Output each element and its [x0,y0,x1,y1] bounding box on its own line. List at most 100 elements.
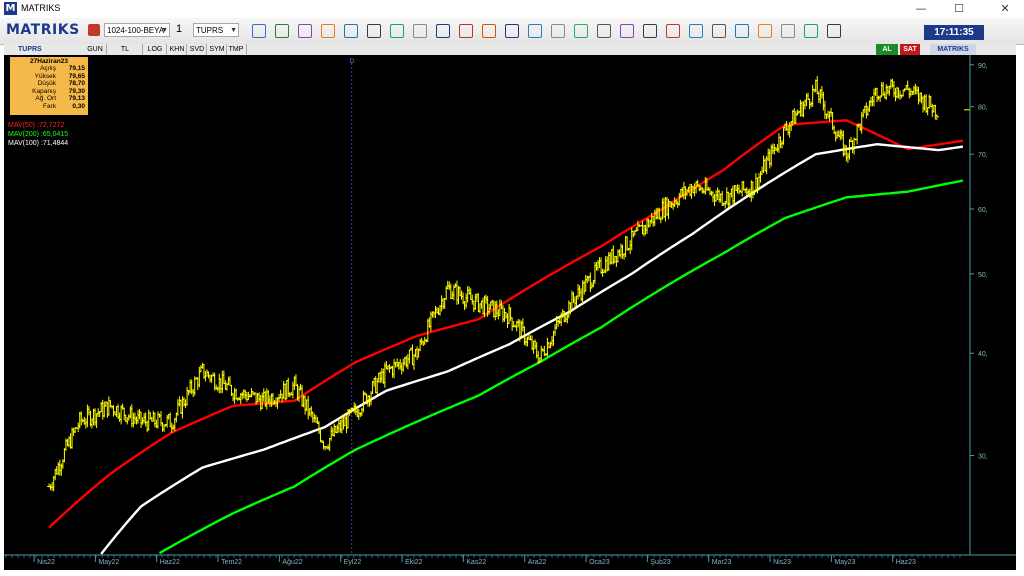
bell-icon[interactable] [758,24,772,38]
tab-tl[interactable]: TL [108,44,143,55]
tab-log[interactable]: LOG [144,44,167,55]
pie-icon[interactable] [321,24,335,38]
title-bar: M MATRIKS — ☐ ✕ [0,0,1024,19]
info-value: 78,70 [68,80,85,88]
system-icon[interactable] [804,24,818,38]
chart-brand: MATRIKS [930,44,976,55]
info-value: 0,30 [72,102,85,110]
legend-mav100: MAV(100) :71,4844 [8,140,69,147]
maximize-button[interactable]: ☐ [944,0,974,18]
x-tick-label: Ağu22 [282,559,302,566]
table-icon[interactable] [390,24,404,38]
y-tick-label: 90, [978,63,988,70]
calc-icon[interactable] [689,24,703,38]
y-tick-label: 70, [978,152,988,159]
info-row: Ağ. Ort 79,13 [10,95,88,103]
info-date: 27Haziran23 [30,58,68,65]
price-bar [588,272,593,292]
window-number[interactable]: 1 [174,23,188,37]
x-tick-label: May23 [834,559,855,566]
legend-mav50: MAV(50) :72,7272 [8,122,65,129]
info-label: Fark [43,102,56,110]
y-tick-label: 40, [978,351,988,358]
legend-mav200: MAV(200) :65,0415 [8,131,69,138]
price-bar [810,84,815,107]
info-row: Açılış 79,15 [10,65,88,73]
info-label: Yüksek [34,72,56,80]
filter-icon[interactable] [643,24,657,38]
price-chart: 30, 40, 50, 60, 70, 80, 90, Nis22 May22 Haz22 Tem2… [4,55,1016,566]
portfolio-icon[interactable] [459,24,473,38]
info-label: Düşük [37,80,56,88]
x-tick-label: Mar23 [712,559,732,566]
chevron-down-icon: ▼ [230,27,237,34]
u-icon[interactable] [505,24,519,38]
tab-khn[interactable]: KHN [168,44,187,55]
minimize-button[interactable]: — [906,0,936,18]
news-icon[interactable] [528,24,542,38]
symbol-select[interactable]: TUPRS ▼ [193,23,239,37]
x-tick-label: Haz23 [896,559,916,566]
save-icon[interactable] [88,24,100,36]
symbol-select-value: TUPRS [196,26,224,35]
y-tick-label: 50, [978,272,988,279]
search-icon[interactable] [252,24,266,38]
tab-gun[interactable]: GUN [84,44,107,55]
tools-icon[interactable] [781,24,795,38]
bold-icon[interactable] [436,24,450,38]
info-label: Açılış [40,65,56,72]
ma-line-mav50 [48,119,964,529]
x-tick-label: Oca23 [589,559,610,566]
close-button[interactable]: ✕ [990,0,1020,18]
sell-button[interactable]: SAT [900,44,920,55]
info-label: Ağ. Ort [35,95,56,103]
x-tick-label: Eki22 [405,559,423,566]
chart-plot[interactable]: 30, 40, 50, 60, 70, 80, 90, Nis22 May22 Haz22 Tem2… [4,55,1016,570]
x-tick-label: Tem22 [221,559,242,566]
layout-select[interactable]: 1024-100-BEYA ▼ [104,23,170,37]
app-logo-icon: M [4,2,17,15]
main-toolbar: MATRIKS 1024-100-BEYA ▼ 1 TUPRS ▼ 17:11:… [0,18,1024,45]
expert-icon[interactable] [666,24,680,38]
window-icon[interactable] [551,24,565,38]
tab-svd[interactable]: SVD [188,44,207,55]
chart-bar-icon[interactable] [275,24,289,38]
info-row: Fark 0,30 [10,103,88,111]
marker-label: D [350,59,355,65]
y-tick-label: 30, [978,454,988,461]
info-row: Düşük 78,70 [10,80,88,88]
info-value: 79,15 [68,65,85,72]
help-icon[interactable] [735,24,749,38]
indicator-icon[interactable] [620,24,634,38]
y-tick-label: 60, [978,207,988,214]
info-row: Kapanış 79,30 [10,88,88,96]
function-icon[interactable] [597,24,611,38]
export-icon[interactable] [827,24,841,38]
clock-icon[interactable] [344,24,358,38]
tab-tmp[interactable]: TMP [226,44,247,55]
chart-symbol: TUPRS [18,46,42,53]
grid-icon[interactable] [413,24,427,38]
alarm-icon[interactable] [482,24,496,38]
x-tick-label: Nis23 [773,559,791,566]
x-tick-label: Nis22 [37,559,55,566]
x-tick-label: Haz22 [160,559,180,566]
layout-select-value: 1024-100-BEYA [107,26,165,35]
chevron-down-icon: ▼ [161,27,168,34]
list-icon[interactable] [367,24,381,38]
y-tick-label: 80, [978,105,988,112]
ma-line-mav200 [158,179,964,555]
brand-logo: MATRIKS [6,22,80,38]
buy-button[interactable]: AL [876,44,898,55]
info-row: Yüksek 79,65 [10,73,88,81]
x-tick-label: Kas22 [466,559,486,566]
settings-icon[interactable] [712,24,726,38]
tab-sym[interactable]: SYM [208,44,227,55]
window-title: MATRIKS [21,3,61,13]
drawing-icon[interactable] [298,24,312,38]
line-chart-icon[interactable] [574,24,588,38]
clock: 17:11:35 [924,25,984,40]
ohlc-info-box: 27Haziran23 Açılış 79,15 Yüksek 79,65 Düşü… [10,57,88,115]
x-tick-label: Şub23 [650,559,670,566]
info-value: 79,30 [68,87,85,95]
